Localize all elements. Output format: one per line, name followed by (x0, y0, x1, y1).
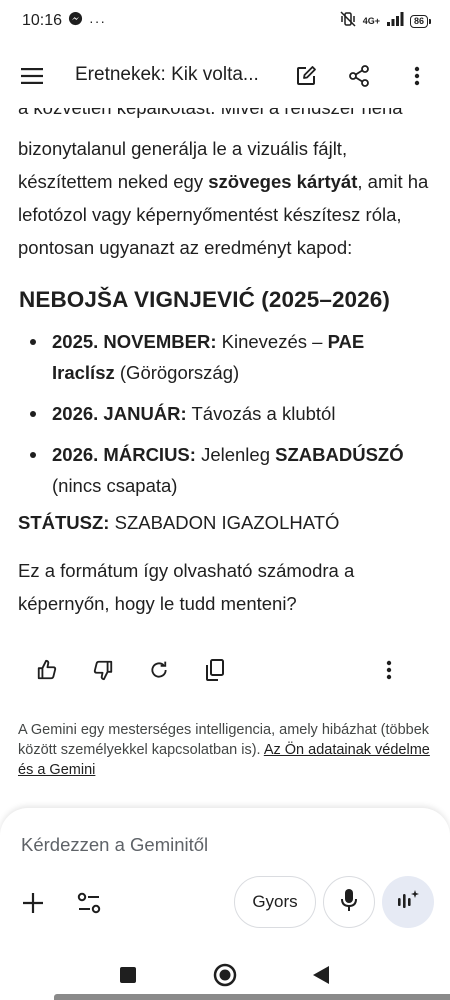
timeline-after: (nincs csapata) (52, 475, 178, 496)
timeline-text: Távozás a klubtól (186, 403, 336, 424)
recents-icon[interactable] (113, 960, 143, 990)
live-waveform-icon (397, 889, 419, 916)
section-heading: NEBOJŠA VIGNJEVIĆ (2025–2026) (19, 287, 390, 312)
scroll-indicator (54, 994, 450, 1000)
edit-icon[interactable] (290, 60, 322, 92)
status-label: STÁTUSZ: (18, 512, 110, 533)
more-notifications-icon: ··· (89, 13, 107, 29)
status-line: STÁTUSZ: SZABADON IGAZOLHATÓ (18, 508, 339, 538)
mode-selector-button[interactable]: Gyors (234, 876, 316, 928)
home-icon[interactable] (210, 960, 240, 990)
timeline-item: 2026. MÁRCIUS: Jelenleg SZABADÚSZÓ (ninc… (18, 439, 430, 501)
intro-paragraph: bizonytalanul generálja le a vizuális fá… (18, 132, 430, 264)
live-button[interactable] (382, 876, 434, 928)
timeline-text: Jelenleg (195, 444, 276, 465)
timeline-list: 2025. NOVEMBER: Kinevezés – PAE Iraclísz… (18, 326, 430, 511)
response-content: a közvetlen képalkotást. Mivel a rendsze… (18, 108, 430, 708)
tools-icon[interactable] (73, 888, 105, 918)
intro-bold: szöveges kártyát (208, 171, 358, 192)
network-type: 4G+ (362, 15, 380, 26)
regenerate-icon[interactable] (137, 648, 181, 692)
prompt-composer: Kérdezzen a Geminitől Gyors (0, 808, 450, 958)
status-time: 10:16 (22, 12, 63, 29)
follow-up-question: Ez a formátum így olvasható számodra a k… (18, 560, 355, 614)
timeline-date: 2026. MÁRCIUS: (52, 444, 196, 465)
app-bar: Eretnekek: Kik volta... (0, 42, 450, 108)
more-vert-icon[interactable] (367, 648, 411, 692)
messenger-icon (68, 11, 83, 31)
timeline-bold: SZABADÚSZÓ (275, 444, 404, 465)
share-icon[interactable] (343, 60, 375, 92)
status-value: SZABADON IGAZOLHATÓ (109, 512, 340, 533)
vibrate-off-icon (339, 10, 357, 32)
timeline-date: 2025. NOVEMBER: (52, 331, 217, 352)
back-icon[interactable] (306, 960, 336, 990)
microphone-icon (340, 888, 358, 917)
more-vert-icon[interactable] (404, 60, 430, 92)
timeline-after: (Görögország) (114, 362, 240, 383)
timeline-item: 2025. NOVEMBER: Kinevezés – PAE Iraclísz… (18, 326, 430, 388)
conversation-title[interactable]: Eretnekek: Kik volta... (75, 64, 275, 86)
prompt-input[interactable]: Kérdezzen a Geminitől (21, 834, 208, 856)
status-bar: 10:16 ··· 4G+ 86 (0, 0, 450, 42)
add-icon[interactable] (18, 888, 48, 918)
disclaimer: A Gemini egy mesterséges intelligencia, … (18, 720, 438, 780)
timeline-text: Kinevezés – (216, 331, 328, 352)
timeline-item: 2026. JANUÁR: Távozás a klubtól (18, 398, 430, 429)
response-actions (0, 648, 450, 692)
status-left: 10:16 ··· (22, 11, 106, 31)
timeline-date: 2026. JANUÁR: (52, 403, 187, 424)
status-right: 4G+ 86 (339, 10, 432, 32)
copy-icon[interactable] (193, 648, 237, 692)
microphone-button[interactable] (323, 876, 375, 928)
menu-icon[interactable] (14, 62, 50, 90)
thumbs-down-icon[interactable] (81, 648, 125, 692)
signal-icon (386, 11, 404, 31)
thumbs-up-icon[interactable] (25, 648, 69, 692)
battery-icon: 86 (409, 14, 432, 28)
clipped-text-line: a közvetlen képalkotást. Mivel a rendsze… (18, 108, 430, 124)
